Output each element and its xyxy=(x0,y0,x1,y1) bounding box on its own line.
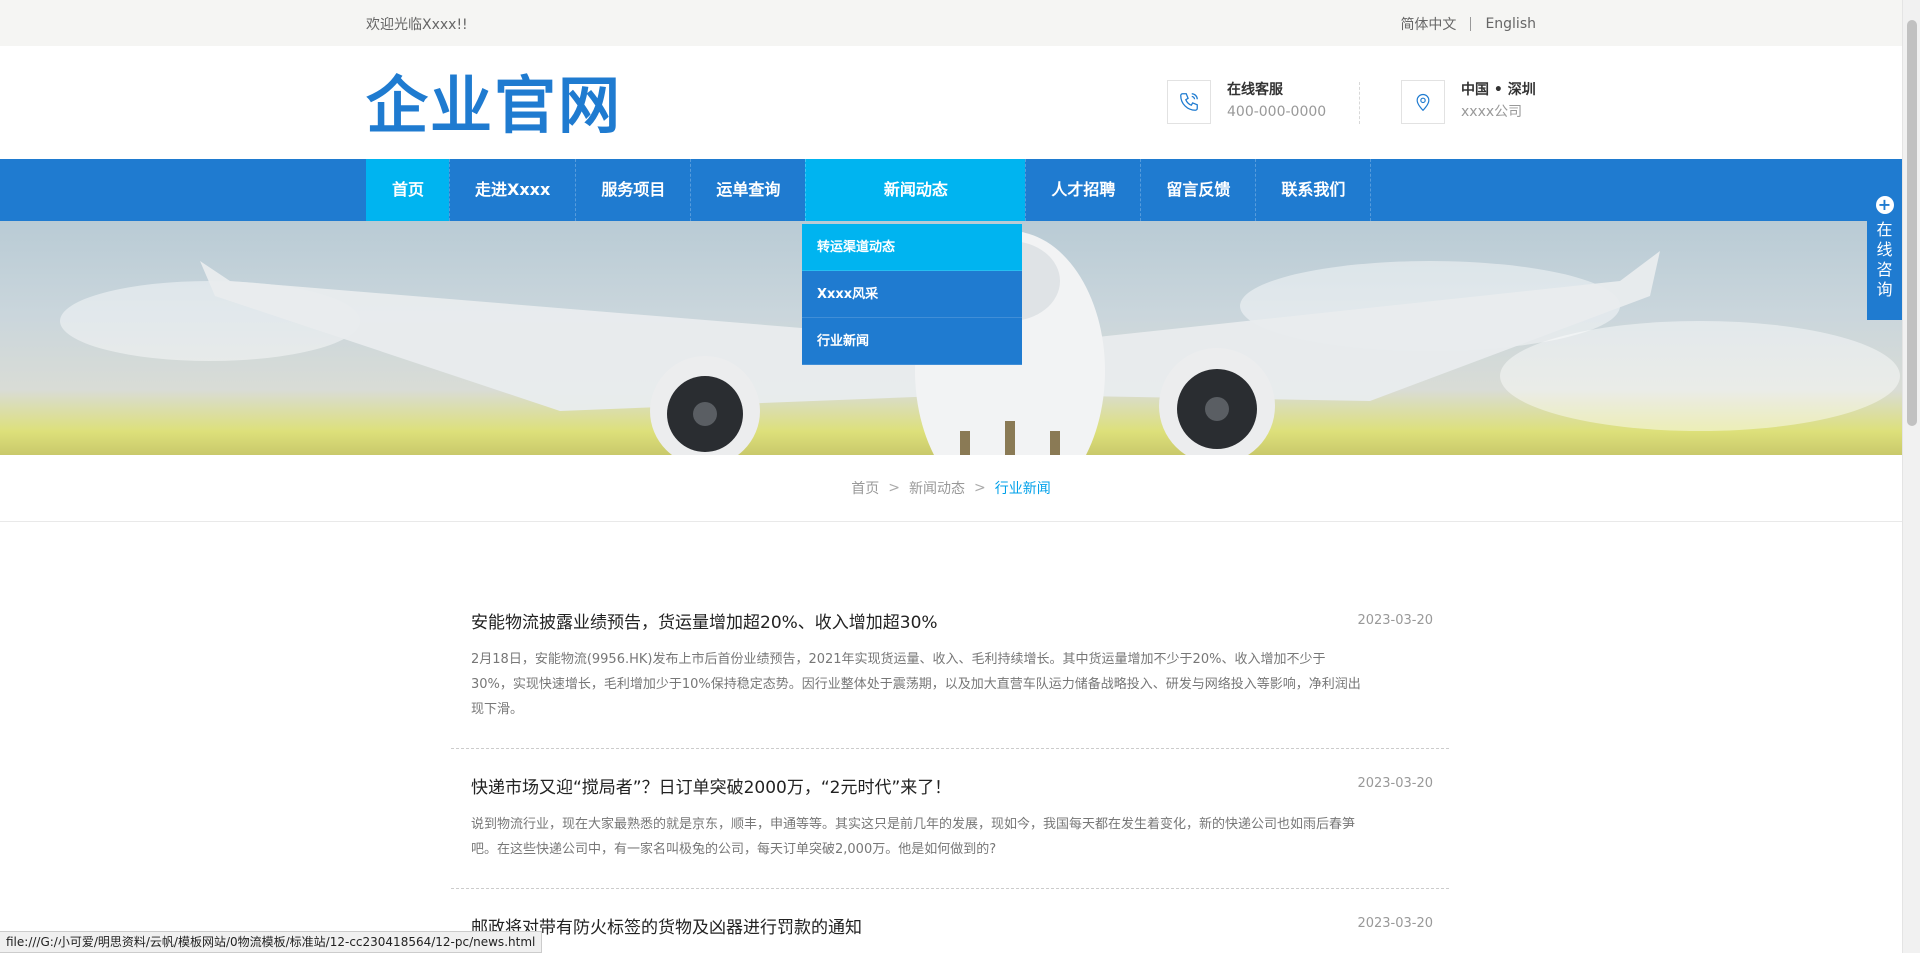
consult-char: 在 xyxy=(1876,220,1893,239)
news-summary: 2月18日，安能物流(9956.HK)发布上市后首份业绩预告，2021年实现货运… xyxy=(471,652,1361,717)
news-item[interactable]: 邮政将对带有防火标签的货物及凶器进行罚款的通知 2023-03-20 xyxy=(451,889,1449,953)
news-list: 安能物流披露业绩预告，货运量增加超20%、收入增加超30% 2023-03-20… xyxy=(451,586,1449,953)
news-title[interactable]: 邮政将对带有防火标签的货物及凶器进行罚款的通知 xyxy=(471,889,1429,940)
browser-status-url: file:///G:/小可爱/明思资料/云帆/模板网站/0物流模板/标准站/12… xyxy=(0,931,543,953)
lang-chinese-link[interactable]: 简体中文 xyxy=(1400,14,1456,34)
breadcrumb-separator: > xyxy=(974,480,986,496)
page-scrollbar[interactable] xyxy=(1902,0,1920,953)
consult-char: 询 xyxy=(1876,280,1893,299)
dropdown-item-industry-news[interactable]: 行业新闻 xyxy=(802,318,1022,365)
news-item[interactable]: 安能物流披露业绩预告，货运量增加超20%、收入增加超30% 2023-03-20… xyxy=(451,586,1449,749)
page: 欢迎光临Xxxx!! 简体中文 English 企业官网 在线客服 400-00… xyxy=(0,0,1902,953)
contact-location: 中国 • 深圳 xxxx公司 xyxy=(1401,80,1536,124)
breadcrumb-home[interactable]: 首页 xyxy=(851,478,879,498)
news-date: 2023-03-20 xyxy=(1357,916,1433,931)
dropdown-item-company-style[interactable]: Xxxx风采 xyxy=(802,271,1022,318)
contact-location-company: xxxx公司 xyxy=(1461,104,1523,120)
location-pin-icon xyxy=(1401,80,1445,124)
news-title[interactable]: 安能物流披露业绩预告，货运量增加超20%、收入增加超30% xyxy=(471,586,1429,635)
lang-english-link[interactable]: English xyxy=(1485,16,1536,32)
breadcrumb-current[interactable]: 行业新闻 xyxy=(995,478,1051,498)
nav-item-contact[interactable]: 联系我们 xyxy=(1255,159,1370,221)
breadcrumb: 首页 > 新闻动态 > 行业新闻 xyxy=(0,455,1902,522)
top-bar: 欢迎光临Xxxx!! 简体中文 English xyxy=(0,0,1902,46)
news-date: 2023-03-20 xyxy=(1357,613,1433,628)
contact-divider xyxy=(1359,82,1360,124)
language-switcher: 简体中文 English xyxy=(1400,14,1536,34)
phone-icon xyxy=(1167,80,1211,124)
plus-icon: + xyxy=(1875,196,1894,214)
lang-divider xyxy=(1470,17,1472,31)
nav-item-news[interactable]: 新闻动态 xyxy=(805,159,1026,221)
nav-item-home[interactable]: 首页 xyxy=(366,159,450,221)
news-date: 2023-03-20 xyxy=(1357,776,1433,791)
breadcrumb-separator: > xyxy=(888,480,900,496)
news-title[interactable]: 快递市场又迎“搅局者”？日订单突破2000万，“2元时代”来了！ xyxy=(471,749,1429,800)
dropdown-item-channel-news[interactable]: 转运渠道动态 xyxy=(802,224,1022,271)
nav-item-services[interactable]: 服务项目 xyxy=(575,159,690,221)
site-logo[interactable]: 企业官网 xyxy=(366,68,622,144)
breadcrumb-section[interactable]: 新闻动态 xyxy=(909,478,965,498)
news-item[interactable]: 快递市场又迎“搅局者”？日订单突破2000万，“2元时代”来了！ 2023-03… xyxy=(451,749,1449,889)
consult-char: 线 xyxy=(1876,240,1893,259)
contact-service: 在线客服 400-000-0000 xyxy=(1167,80,1326,124)
welcome-text: 欢迎光临Xxxx!! xyxy=(366,17,468,33)
nav-item-tracking[interactable]: 运单查询 xyxy=(690,159,805,221)
nav-item-about[interactable]: 走进Xxxx xyxy=(449,159,575,221)
nav-item-feedback[interactable]: 留言反馈 xyxy=(1140,159,1255,221)
scrollbar-thumb[interactable] xyxy=(1907,20,1917,426)
online-consult-button[interactable]: + 在 线 咨 询 xyxy=(1867,190,1902,320)
contact-service-title: 在线客服 xyxy=(1227,82,1283,98)
contact-service-phone: 400-000-0000 xyxy=(1227,104,1327,120)
contact-location-title: 中国 • 深圳 xyxy=(1461,82,1536,98)
nav-item-jobs[interactable]: 人才招聘 xyxy=(1025,159,1140,221)
consult-char: 咨 xyxy=(1876,260,1893,279)
main-nav: 首页 走进Xxxx 服务项目 运单查询 新闻动态 人才招聘 留言反馈 联系我们 xyxy=(0,159,1902,221)
news-dropdown-menu: 转运渠道动态 Xxxx风采 行业新闻 xyxy=(802,224,1022,365)
site-header: 企业官网 在线客服 400-000-0000 中国 • 深圳 xxxx公司 xyxy=(0,46,1902,159)
news-summary: 说到物流行业，现在大家最熟悉的就是京东，顺丰，申通等等。其实这只是前几年的发展，… xyxy=(471,817,1356,857)
